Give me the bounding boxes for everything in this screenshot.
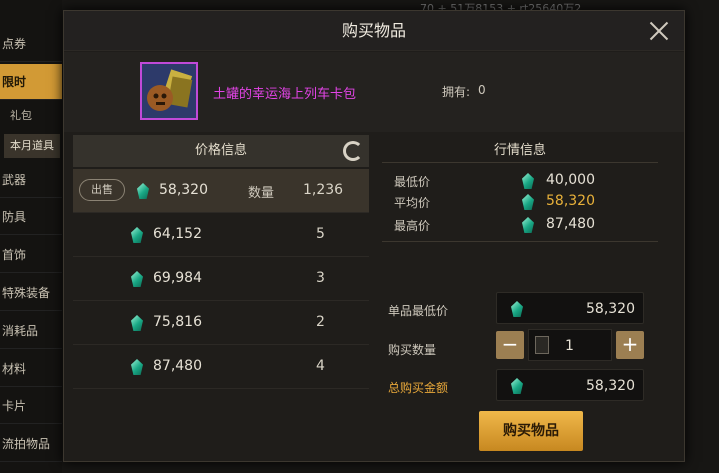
price-row[interactable]: 69,984 3 bbox=[73, 257, 369, 301]
quantity-value: 1,236 bbox=[303, 182, 344, 198]
price-value: 64,152 bbox=[153, 226, 202, 242]
gem-icon bbox=[137, 183, 149, 199]
market-panel: 行情信息 最低价 40,000 平均价 58,320 最高价 87,480 单品… bbox=[382, 135, 672, 455]
item-header: 土罐的幸运海上列车卡包 拥有: 0 bbox=[64, 52, 684, 132]
decrease-quantity-button[interactable]: − bbox=[496, 331, 524, 359]
min-price-value: 40,000 bbox=[546, 172, 595, 188]
total-amount-field: 58,320 bbox=[496, 369, 644, 401]
price-row[interactable]: 75,816 2 bbox=[73, 301, 369, 345]
market-divider bbox=[382, 241, 658, 242]
gem-icon bbox=[131, 227, 143, 243]
gem-icon bbox=[131, 359, 143, 375]
refresh-icon[interactable] bbox=[343, 141, 363, 161]
unit-price-value: 58,320 bbox=[586, 301, 635, 317]
category-sidebar: 点券 限时 礼包 本月道具 武器 防具 首饰 特殊装备 消耗品 材料 卡片 流拍… bbox=[0, 0, 62, 473]
quantity-input-value: 1 bbox=[565, 338, 574, 354]
close-icon[interactable] bbox=[648, 20, 670, 42]
avg-price-label: 平均价 bbox=[394, 196, 431, 210]
sidebar-sub-gift[interactable]: 礼包 bbox=[4, 104, 60, 128]
owned-label: 拥有: bbox=[442, 85, 471, 99]
card-pack-icon bbox=[140, 62, 198, 120]
price-info-header: 价格信息 bbox=[73, 135, 369, 167]
sidebar-item-consumable[interactable]: 消耗品 bbox=[0, 313, 62, 349]
price-value: 75,816 bbox=[153, 314, 202, 330]
sidebar-item-failed-auction[interactable]: 流拍物品 bbox=[0, 426, 62, 462]
price-value: 87,480 bbox=[153, 358, 202, 374]
price-row[interactable]: 出售 58,320 数量 1,236 bbox=[73, 169, 369, 213]
sidebar-sub-monthly[interactable]: 本月道具 bbox=[4, 134, 60, 158]
dialog-title: 购买物品 bbox=[64, 11, 684, 51]
sidebar-item-card[interactable]: 卡片 bbox=[0, 388, 62, 424]
gem-icon bbox=[522, 194, 534, 210]
sidebar-item-special[interactable]: 特殊装备 bbox=[0, 275, 62, 311]
sidebar-item-accessory[interactable]: 首饰 bbox=[0, 237, 62, 273]
item-name: 土罐的幸运海上列车卡包 bbox=[213, 87, 357, 102]
gem-icon bbox=[511, 301, 523, 317]
price-value: 58,320 bbox=[159, 182, 208, 198]
min-price-label: 最低价 bbox=[394, 175, 431, 189]
total-amount-value: 58,320 bbox=[586, 378, 635, 394]
sidebar-item-armor[interactable]: 防具 bbox=[0, 199, 62, 235]
gem-icon bbox=[131, 271, 143, 287]
price-value: 69,984 bbox=[153, 270, 202, 286]
quantity-value: 2 bbox=[316, 314, 325, 330]
quantity-value: 4 bbox=[316, 358, 325, 374]
quantity-label: 数量 bbox=[248, 186, 275, 201]
sidebar-item-limited[interactable]: 限时 bbox=[0, 64, 62, 100]
increase-quantity-button[interactable]: + bbox=[616, 331, 644, 359]
price-row[interactable]: 87,480 4 bbox=[73, 345, 369, 389]
calculator-icon[interactable] bbox=[535, 336, 549, 354]
purchase-dialog: 购买物品 土罐的幸运海上列车卡包 拥有: 0 价格信息 出售 58,320 数量… bbox=[63, 10, 685, 462]
sell-button[interactable]: 出售 bbox=[79, 179, 125, 201]
market-info-header: 行情信息 bbox=[382, 139, 658, 163]
price-info-title: 价格信息 bbox=[194, 143, 247, 158]
max-price-value: 87,480 bbox=[546, 216, 595, 232]
quantity-label: 购买数量 bbox=[388, 343, 437, 357]
buy-button[interactable]: 购买物品 bbox=[479, 411, 583, 451]
sidebar-item-material[interactable]: 材料 bbox=[0, 351, 62, 387]
total-amount-label: 总购买金额 bbox=[388, 381, 449, 395]
gem-icon bbox=[131, 315, 143, 331]
gem-icon bbox=[522, 173, 534, 189]
price-row[interactable]: 64,152 5 bbox=[73, 213, 369, 257]
quantity-value: 3 bbox=[316, 270, 325, 286]
unit-price-field: 58,320 bbox=[496, 292, 644, 324]
unit-price-label: 单品最低价 bbox=[388, 304, 449, 318]
gem-icon bbox=[522, 217, 534, 233]
gem-icon bbox=[511, 378, 523, 394]
max-price-label: 最高价 bbox=[394, 219, 431, 233]
quantity-input[interactable]: 1 bbox=[528, 329, 612, 361]
price-info-panel: 价格信息 出售 58,320 数量 1,236 64,152 5 69,984 … bbox=[73, 135, 369, 395]
top-currency-strip: 70 + 51万8153 + rt25640万2 bbox=[420, 2, 582, 10]
sidebar-item-coupon[interactable]: 点券 bbox=[0, 26, 62, 62]
avg-price-value: 58,320 bbox=[546, 193, 595, 209]
owned-value: 0 bbox=[478, 83, 486, 97]
sidebar-item-weapon[interactable]: 武器 bbox=[0, 162, 62, 198]
quantity-value: 5 bbox=[316, 226, 325, 242]
